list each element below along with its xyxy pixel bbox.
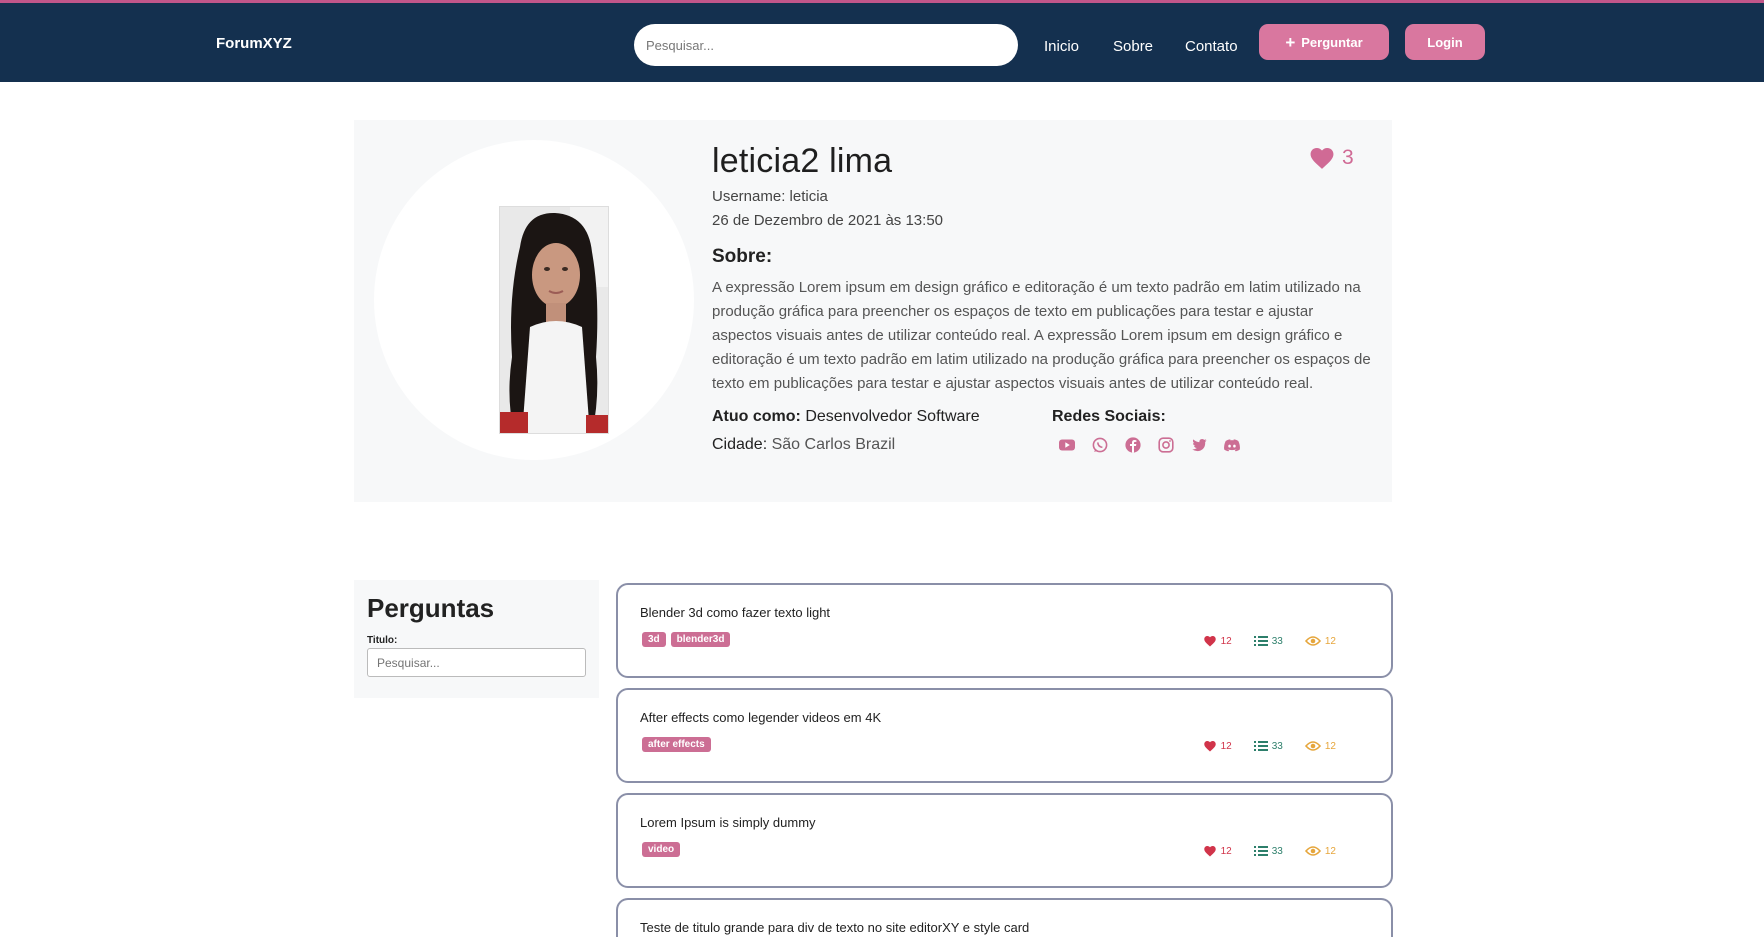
social-heading: Redes Sociais: [1052,408,1166,425]
nav-link-inicio[interactable]: Inicio [1044,38,1079,55]
profile-username: Username: leticia [712,188,828,205]
answers-stat: 33 [1253,845,1283,857]
question-card[interactable]: Lorem Ipsum is simply dummy video 12 33 … [616,793,1393,888]
likes-stat: 12 [1203,740,1232,752]
twitter-icon[interactable] [1190,436,1208,454]
likes-stat: 12 [1203,635,1232,647]
likes-stat: 12 [1203,845,1232,857]
search-input[interactable] [634,24,1018,66]
instagram-icon[interactable] [1157,436,1175,454]
views-count: 12 [1324,635,1336,647]
answers-count: 33 [1271,845,1283,857]
profile-name: leticia2 lima [712,142,893,180]
city-value: São Carlos Brazil [771,436,896,453]
question-card[interactable]: Blender 3d como fazer texto light 3d ble… [616,583,1393,678]
answers-stat: 33 [1253,635,1283,647]
eye-icon [1304,741,1321,751]
role-value: Desenvolvedor Software [805,408,980,425]
login-button[interactable]: Login [1405,24,1485,60]
profile-likes[interactable]: 3 [1308,146,1354,170]
profile-date: 26 de Dezembro de 2021 às 13:50 [712,212,943,229]
list-icon [1253,636,1268,646]
likes-count: 12 [1220,635,1232,647]
avatar-circle [374,140,694,460]
nav-link-sobre[interactable]: Sobre [1113,38,1153,55]
title-search-input[interactable] [367,648,586,677]
whatsapp-icon[interactable] [1091,436,1109,454]
navbar: ForumXYZ Inicio Sobre Contato + Pergunta… [0,0,1764,82]
question-tags: after effects [642,737,711,752]
tag[interactable]: video [642,842,681,857]
eye-icon [1304,636,1321,646]
profile-card: leticia2 lima Username: leticia 26 de De… [354,120,1392,502]
heart-icon [1203,635,1216,647]
heart-icon [1310,147,1334,169]
ask-question-button[interactable]: + Perguntar [1259,24,1389,60]
facebook-icon[interactable] [1124,436,1142,454]
question-title[interactable]: Teste de titulo grande para div de texto… [640,920,1029,935]
question-title[interactable]: After effects como legender videos em 4K [640,710,881,725]
questions-heading: Perguntas [367,593,495,623]
title-filter-label: Titulo: [367,635,398,646]
questions-filter-panel: Perguntas Titulo: [354,580,599,698]
list-icon [1253,741,1268,751]
role-label: Atuo como: [712,408,801,425]
question-tags: 3d blender3d [642,632,731,647]
views-stat: 12 [1304,845,1336,857]
views-count: 12 [1324,845,1336,857]
answers-stat: 33 [1253,740,1283,752]
tag[interactable]: 3d [642,632,666,647]
avatar-photo [500,207,608,433]
question-tags: video [642,842,681,857]
social-links [1058,436,1241,454]
discord-icon[interactable] [1223,436,1241,454]
city-row: Cidade: São Carlos Brazil [712,436,895,454]
answers-count: 33 [1271,635,1283,647]
question-title[interactable]: Blender 3d como fazer texto light [640,605,830,620]
about-heading: Sobre: [712,246,773,267]
question-card[interactable]: Teste de titulo grande para div de texto… [616,898,1393,937]
role-row: Atuo como: Desenvolvedor Software [712,408,980,426]
heart-icon [1203,845,1216,857]
question-title[interactable]: Lorem Ipsum is simply dummy [640,815,816,830]
ask-question-label: Perguntar [1301,34,1363,50]
question-stats: 12 33 12 [1203,740,1336,752]
views-stat: 12 [1304,635,1336,647]
question-stats: 12 33 12 [1203,635,1336,647]
tag[interactable]: after effects [642,737,711,752]
youtube-icon[interactable] [1058,436,1076,454]
heart-icon [1203,740,1216,752]
list-icon [1253,846,1268,856]
city-label: Cidade: [712,436,768,453]
nav-link-contato[interactable]: Contato [1185,38,1238,55]
question-stats: 12 33 12 [1203,845,1336,857]
eye-icon [1304,846,1321,856]
views-stat: 12 [1304,740,1336,752]
about-text: A expressão Lorem ipsum em design gráfic… [712,279,1371,392]
profile-likes-count: 3 [1342,146,1354,169]
likes-count: 12 [1220,740,1232,752]
answers-count: 33 [1271,740,1283,752]
brand-logo[interactable]: ForumXYZ [216,35,292,52]
tag[interactable]: blender3d [670,632,731,647]
plus-icon: + [1285,32,1296,52]
views-count: 12 [1324,740,1336,752]
avatar [499,206,609,434]
question-card[interactable]: After effects como legender videos em 4K… [616,688,1393,783]
likes-count: 12 [1220,845,1232,857]
